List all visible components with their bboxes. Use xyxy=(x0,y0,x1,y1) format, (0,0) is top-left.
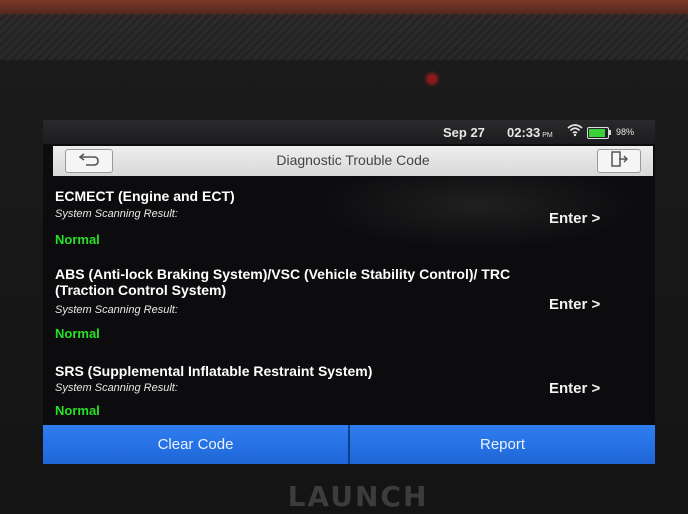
result-label: System Scanning Result: xyxy=(55,304,178,316)
status-badge: Normal xyxy=(55,232,100,247)
report-button[interactable]: Report xyxy=(350,425,655,464)
title-bar: Diagnostic Trouble Code xyxy=(53,146,653,176)
footer-toolbar: Clear Code Report xyxy=(43,425,655,464)
exit-icon xyxy=(610,150,629,172)
result-label: System Scanning Result: xyxy=(55,382,178,394)
status-badge: Normal xyxy=(55,326,100,341)
wifi-icon xyxy=(567,123,583,140)
system-name: ABS (Anti-lock Braking System)/VSC (Vehi… xyxy=(55,266,511,298)
system-row-srs: SRS (Supplemental Inflatable Restraint S… xyxy=(43,363,655,423)
camera-indicator xyxy=(427,74,437,84)
enter-button[interactable]: Enter > xyxy=(549,210,600,227)
bezel-texture xyxy=(0,14,688,60)
page-title: Diagnostic Trouble Code xyxy=(276,152,430,168)
status-time: 02:33 PM xyxy=(507,125,553,140)
battery-icon xyxy=(587,127,609,139)
exit-button[interactable] xyxy=(597,149,641,173)
status-badge: Normal xyxy=(55,403,100,418)
system-row-ecmect: ECMECT (Engine and ECT) System Scanning … xyxy=(43,188,655,250)
device-screen: Sep 27 02:33 PM 98% Diagnostic Trouble Co… xyxy=(43,120,655,464)
system-name: SRS (Supplemental Inflatable Restraint S… xyxy=(55,363,373,379)
enter-button[interactable]: Enter > xyxy=(549,296,600,313)
device-brand-logo: LAUNCH xyxy=(287,480,429,513)
status-bar: Sep 27 02:33 PM 98% xyxy=(43,120,655,144)
system-name: ECMECT (Engine and ECT) xyxy=(55,188,235,204)
result-label: System Scanning Result: xyxy=(55,208,178,220)
battery-percent: 98% xyxy=(616,127,635,137)
status-date: Sep 27 xyxy=(443,125,485,140)
enter-button[interactable]: Enter > xyxy=(549,380,600,397)
clear-code-button[interactable]: Clear Code xyxy=(43,425,348,464)
system-row-abs: ABS (Anti-lock Braking System)/VSC (Vehi… xyxy=(43,266,655,346)
battery-tip xyxy=(609,130,611,135)
